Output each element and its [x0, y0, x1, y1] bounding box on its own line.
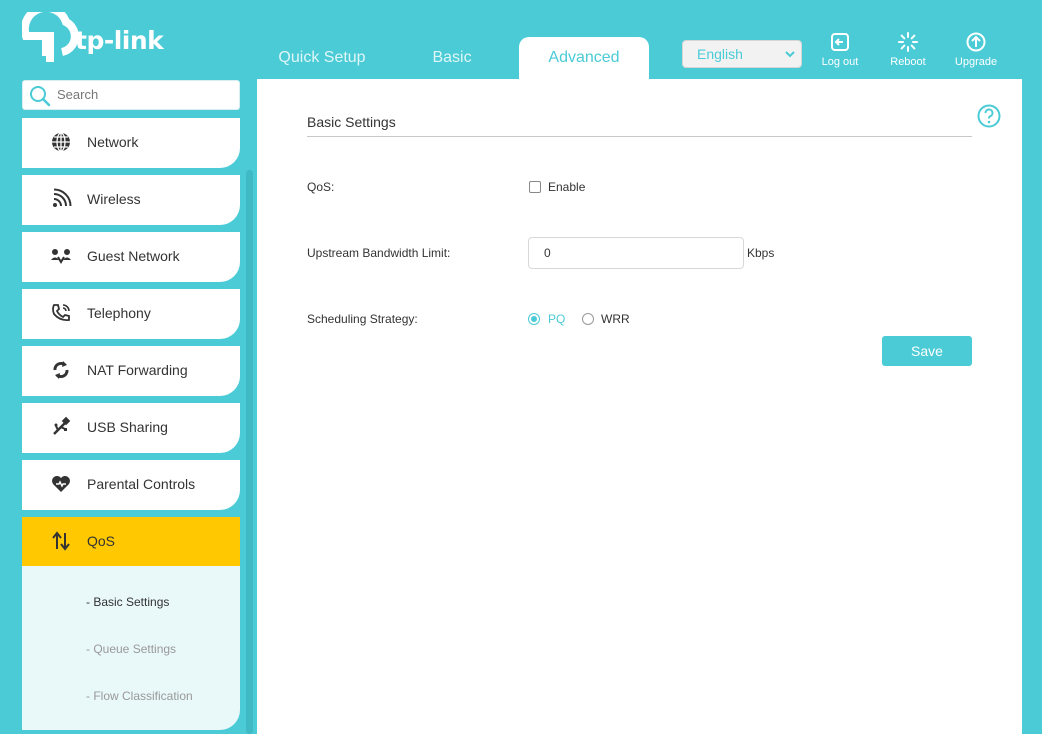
sidebar-item-network[interactable]: Network	[22, 118, 240, 168]
globe-icon	[52, 132, 70, 152]
submenu-queue-settings[interactable]: - Queue Settings	[86, 642, 176, 656]
search-icon	[30, 86, 51, 107]
phone-icon	[52, 304, 70, 322]
usb-icon	[53, 416, 71, 435]
submenu-basic-settings[interactable]: - Basic Settings	[86, 595, 169, 609]
upstream-label: Upstream Bandwidth Limit:	[307, 246, 451, 260]
wifi-icon	[53, 188, 72, 207]
upgrade-label: Upgrade	[954, 56, 998, 68]
logout-label: Log out	[821, 56, 859, 68]
sidebar-item-label: QoS	[87, 533, 116, 549]
tab-basic[interactable]: Basic	[387, 37, 517, 79]
upgrade-button[interactable]: Upgrade	[946, 32, 1006, 68]
tp-link-logo-icon	[20, 3, 79, 62]
tab-advanced[interactable]: Advanced	[519, 37, 649, 79]
sidebar-item-wireless[interactable]: Wireless	[22, 175, 240, 225]
language-select[interactable]: English	[682, 40, 802, 68]
qos-label: QoS:	[307, 180, 335, 194]
sidebar-item-label: Wireless	[87, 191, 141, 207]
updown-arrows-icon	[52, 531, 70, 551]
chevron-down-icon	[785, 51, 795, 58]
search-input[interactable]	[57, 87, 227, 102]
upstream-unit: Kbps	[747, 246, 775, 260]
sidebar-item-nat-forwarding[interactable]: NAT Forwarding	[22, 346, 240, 396]
reboot-button[interactable]: Reboot	[878, 32, 938, 68]
upstream-bandwidth-input[interactable]	[528, 237, 744, 269]
main-panel: Basic Settings QoS: Enable Upstream Band…	[257, 79, 1022, 734]
sidebar-item-label: Guest Network	[87, 248, 180, 264]
sidebar-item-usb-sharing[interactable]: USB Sharing	[22, 403, 240, 453]
sidebar-item-qos[interactable]: QoS	[22, 517, 240, 567]
guest-network-icon	[51, 249, 71, 264]
help-button[interactable]	[977, 104, 1001, 133]
reboot-icon	[898, 32, 918, 52]
reboot-label: Reboot	[890, 56, 926, 68]
heart-icon	[52, 476, 70, 492]
strategy-wrr-label: WRR	[601, 312, 630, 326]
sidebar-item-label: Telephony	[87, 305, 151, 321]
strategy-label: Scheduling Strategy:	[307, 312, 418, 326]
sidebar-item-label: Network	[87, 134, 139, 150]
strategy-pq-label: PQ	[548, 312, 566, 326]
sidebar-item-parental-controls[interactable]: Parental Controls	[22, 460, 240, 510]
save-button[interactable]: Save	[882, 336, 972, 366]
sidebar-item-label: Parental Controls	[87, 476, 196, 492]
sidebar-item-label: NAT Forwarding	[87, 362, 188, 378]
sidebar-scrollbar[interactable]	[246, 170, 253, 734]
logout-button[interactable]: Log out	[810, 32, 870, 68]
section-divider	[307, 136, 972, 137]
tab-quick-setup[interactable]: Quick Setup	[257, 37, 387, 79]
nat-forwarding-icon	[53, 361, 69, 379]
strategy-pq-radio[interactable]	[528, 313, 540, 325]
sidebar-item-label: USB Sharing	[87, 419, 168, 435]
sidebar-item-telephony[interactable]: Telephony	[22, 289, 240, 339]
strategy-wrr-radio[interactable]	[582, 313, 594, 325]
qos-enable-checkbox[interactable]	[529, 181, 541, 193]
logout-icon	[831, 33, 849, 51]
help-icon	[977, 104, 1001, 128]
logo-text: tp-link	[75, 26, 164, 55]
search-box[interactable]	[22, 80, 240, 110]
language-value: English	[697, 46, 743, 62]
sidebar-item-guest-network[interactable]: Guest Network	[22, 232, 240, 282]
qos-submenu: - Basic Settings - Queue Settings - Flow…	[22, 566, 240, 730]
submenu-flow-classification[interactable]: - Flow Classification	[86, 689, 193, 703]
enable-label: Enable	[548, 180, 586, 194]
upgrade-icon	[966, 32, 986, 52]
section-title: Basic Settings	[307, 114, 396, 130]
